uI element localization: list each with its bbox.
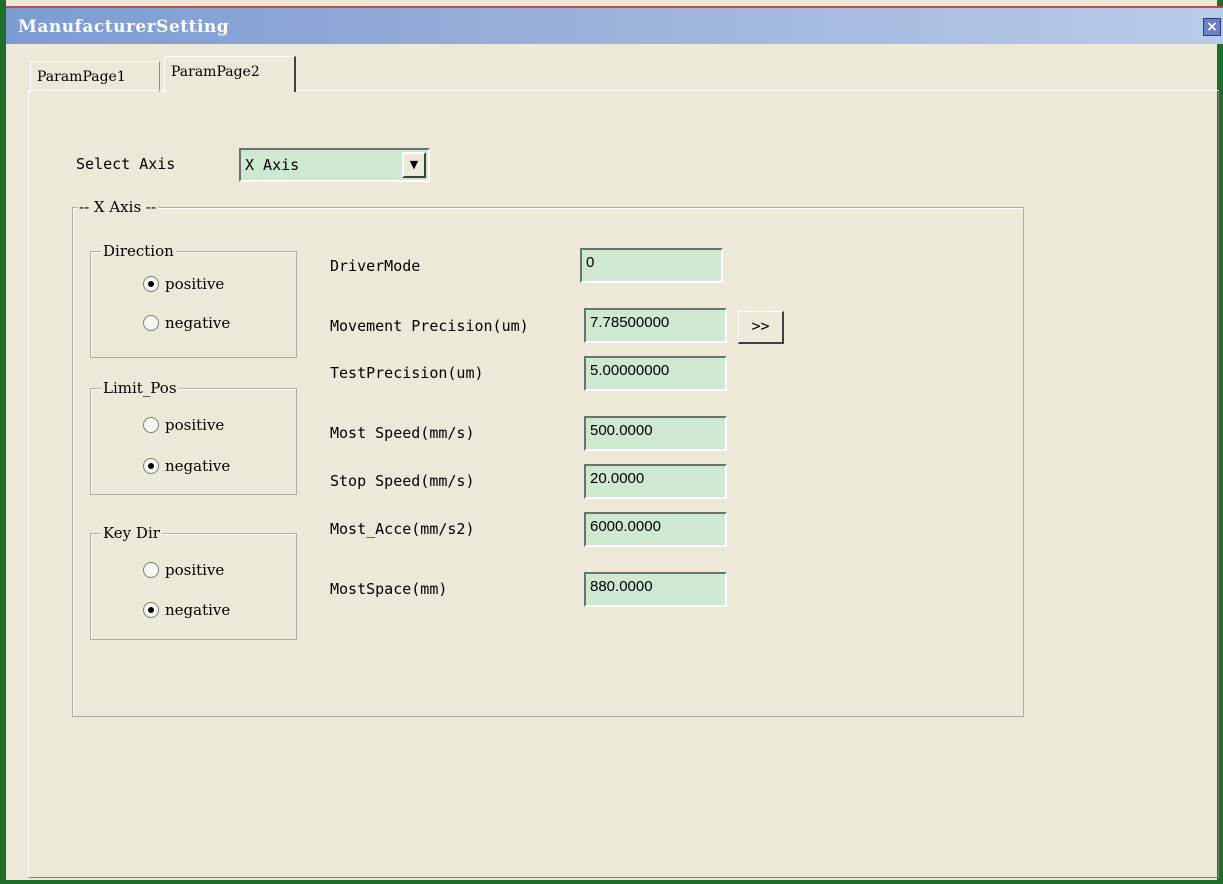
- most-space-field[interactable]: 880.0000: [584, 572, 727, 607]
- most-acce-label: Most_Acce(mm/s2): [330, 520, 475, 538]
- more-button[interactable]: >>: [738, 311, 784, 344]
- radio-label: positive: [165, 561, 225, 579]
- radio-unchecked-icon: [143, 417, 159, 433]
- radio-label: negative: [165, 314, 231, 332]
- test-precision-field[interactable]: 5.00000000: [584, 356, 727, 391]
- stop-speed-label: Stop Speed(mm/s): [330, 472, 475, 490]
- most-speed-field[interactable]: 500.0000: [584, 416, 727, 451]
- direction-group: Direction: [90, 242, 297, 358]
- driver-mode-label: DriverMode: [330, 257, 421, 275]
- movement-precision-label: Movement Precision(um): [330, 317, 529, 335]
- select-axis-value: X Axis: [245, 156, 300, 174]
- window-title: ManufacturerSetting: [18, 17, 230, 37]
- select-axis-dropdown[interactable]: X Axis ▼: [239, 148, 430, 182]
- driver-mode-field[interactable]: 0: [580, 248, 723, 283]
- radio-checked-icon: [143, 458, 159, 474]
- x-axis-group-title: -- X Axis --: [77, 198, 159, 216]
- direction-group-title: Direction: [101, 242, 176, 260]
- dropdown-arrow-button[interactable]: ▼: [402, 152, 426, 178]
- radio-unchecked-icon: [143, 562, 159, 578]
- close-icon: ×: [1206, 19, 1218, 35]
- key-dir-group: Key Dir: [90, 524, 297, 640]
- radio-checked-icon: [143, 276, 159, 292]
- title-bar[interactable]: ManufacturerSetting ×: [6, 6, 1223, 44]
- radio-label: negative: [165, 601, 231, 619]
- key-dir-group-title: Key Dir: [101, 524, 162, 542]
- stop-speed-field[interactable]: 20.0000: [584, 464, 727, 499]
- most-acce-field[interactable]: 6000.0000: [584, 512, 727, 547]
- radio-label: positive: [165, 416, 225, 434]
- close-button[interactable]: ×: [1203, 18, 1221, 36]
- radio-label: negative: [165, 457, 231, 475]
- radio-label: positive: [165, 275, 225, 293]
- most-speed-label: Most Speed(mm/s): [330, 424, 475, 442]
- chevron-down-icon: ▼: [409, 158, 419, 171]
- select-axis-label: Select Axis: [76, 155, 176, 173]
- most-space-label: MostSpace(mm): [330, 580, 448, 598]
- movement-precision-field[interactable]: 7.78500000: [584, 308, 727, 343]
- manufacturer-setting-window: ManufacturerSetting × ParamPage1 ParamPa…: [0, 0, 1223, 884]
- limit-pos-group: Limit_Pos: [90, 379, 297, 495]
- limit-pos-group-title: Limit_Pos: [101, 379, 179, 397]
- tab-parampage2[interactable]: ParamPage2: [164, 56, 296, 92]
- radio-unchecked-icon: [143, 315, 159, 331]
- radio-checked-icon: [143, 602, 159, 618]
- tab-parampage1[interactable]: ParamPage1: [30, 61, 160, 92]
- test-precision-label: TestPrecision(um): [330, 364, 484, 382]
